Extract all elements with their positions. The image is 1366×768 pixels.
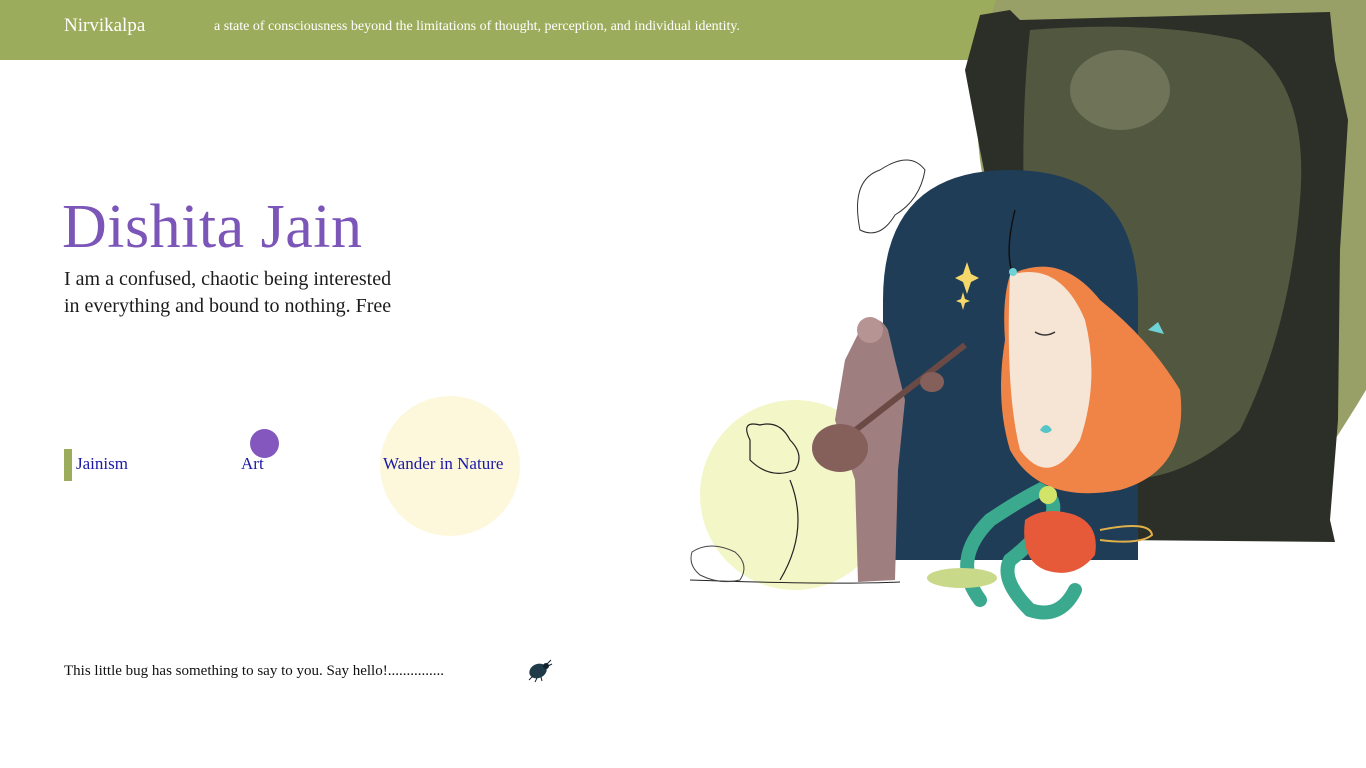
bug-message: This little bug has something to say to … — [64, 663, 444, 679]
nav-link-jainism[interactable]: Jainism — [76, 454, 128, 474]
nav-link-wander-in-nature[interactable]: Wander in Nature — [383, 454, 503, 474]
bio-line-1: I am a confused, chaotic being intereste… — [64, 268, 392, 290]
carved-face — [1070, 50, 1170, 130]
jainism-marker — [64, 449, 72, 481]
site-brand[interactable]: Nirvikalpa — [64, 15, 145, 37]
hero-illustration — [689, 0, 1366, 620]
bio-text: I am a confused, chaotic being intereste… — [64, 266, 444, 320]
page-title: Dishita Jain — [62, 193, 363, 261]
ground-patch — [927, 568, 997, 588]
bug-icon[interactable] — [525, 658, 553, 684]
bio-line-2: in everything and bound to nothing. Free — [64, 295, 392, 317]
nav-link-art[interactable]: Art — [241, 454, 264, 474]
site-tagline: a state of consciousness beyond the limi… — [214, 19, 740, 34]
